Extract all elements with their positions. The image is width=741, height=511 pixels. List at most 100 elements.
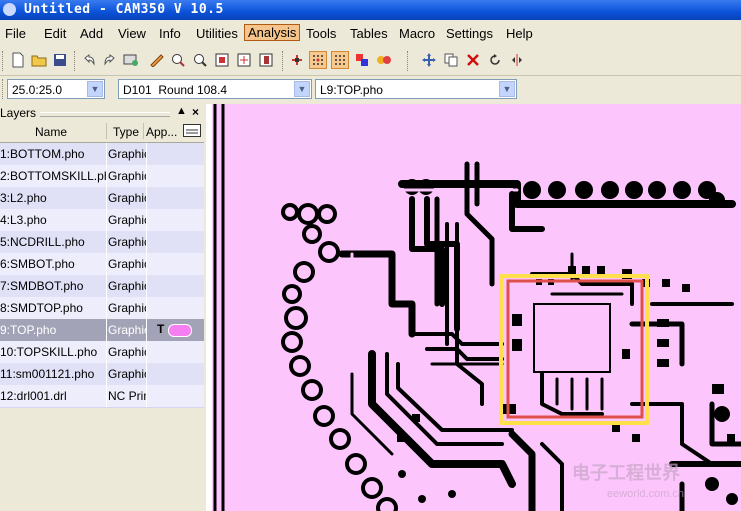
zoom-page-icon[interactable]	[235, 51, 253, 69]
chevron-down-icon[interactable]: ▼	[294, 81, 310, 97]
layer-row[interactable]: 3:L2.pho Graphic	[0, 187, 204, 210]
open-folder-icon[interactable]	[30, 51, 48, 69]
layer-row[interactable]: 7:SMDBOT.pho Graphic	[0, 275, 204, 298]
menu-tables[interactable]: Tables	[350, 26, 388, 41]
layer-type: Graphic	[108, 147, 146, 161]
pin-icon[interactable]: ▲	[176, 105, 187, 117]
dcode-select-value: D101 Round 108.4	[123, 83, 228, 97]
toolbar-grip[interactable]	[2, 51, 6, 71]
panel-grip[interactable]	[40, 112, 170, 117]
layer-row[interactable]: 4:L3.pho Graphic	[0, 209, 204, 232]
row-divider	[106, 341, 107, 363]
menu-help[interactable]: Help	[506, 26, 533, 41]
color-icon[interactable]	[353, 51, 371, 69]
grid-select[interactable]: 25.0:25.0 ▼	[7, 79, 105, 99]
app-icon	[3, 3, 16, 16]
dcode-select[interactable]: D101 Round 108.4 ▼	[118, 79, 312, 99]
layers-panel-title: Layers	[0, 106, 37, 120]
move-icon[interactable]	[420, 51, 438, 69]
layers-panel: Layers ▲ × Name Type App... 1:BOTTOM.pho…	[0, 104, 206, 511]
layer-row[interactable]: 2:BOTTOMSKILL.pho Graphic	[0, 165, 204, 188]
undo-icon[interactable]	[80, 51, 98, 69]
grid-dots-icon[interactable]	[331, 51, 349, 69]
watermark-sub: eeworld.com.cn	[607, 488, 685, 500]
chevron-down-icon[interactable]: ▼	[499, 81, 515, 97]
layer-row[interactable]: 1:BOTTOM.pho Graphic	[0, 143, 204, 166]
toolbar-grip[interactable]	[2, 79, 6, 99]
layer-select-value: L9:TOP.pho	[320, 83, 383, 97]
layer-name: 12:drl001.drl	[0, 389, 67, 403]
close-icon[interactable]: ×	[192, 105, 199, 119]
redo-icon[interactable]	[101, 51, 119, 69]
combo-bar: 25.0:25.0 ▼ D101 Round 108.4 ▼ L9:TOP.ph…	[0, 76, 741, 102]
zoom-out-icon[interactable]	[191, 51, 209, 69]
column-divider[interactable]	[106, 123, 107, 139]
row-divider	[146, 341, 147, 363]
layer-name: 6:SMBOT.pho	[0, 257, 75, 271]
grid-select-value: 25.0:25.0	[12, 83, 63, 97]
pcb-artwork	[212, 104, 741, 511]
measure-icon[interactable]	[122, 51, 140, 69]
zoom-fit-icon[interactable]	[213, 51, 231, 69]
column-options-icon[interactable]	[183, 124, 201, 140]
layer-type: Graphic	[108, 367, 146, 381]
layer-row[interactable]: 10:TOPSKILL.pho Graphic	[0, 341, 204, 364]
new-file-icon[interactable]	[9, 51, 27, 69]
menu-file[interactable]: File	[5, 26, 26, 41]
layer-row[interactable]: 9:TOP.pho Graphic T	[0, 319, 204, 342]
menu-settings[interactable]: Settings	[446, 26, 493, 41]
column-app[interactable]: App...	[146, 125, 177, 139]
row-divider	[106, 165, 107, 187]
column-name[interactable]: Name	[35, 125, 67, 139]
row-divider	[106, 143, 107, 165]
rotate-icon[interactable]	[486, 51, 504, 69]
menu-tools[interactable]: Tools	[306, 26, 336, 41]
menu-edit[interactable]: Edit	[44, 26, 66, 41]
row-divider	[106, 297, 107, 319]
row-divider	[146, 297, 147, 319]
menu-view[interactable]: View	[118, 26, 146, 41]
copy-icon[interactable]	[442, 51, 460, 69]
delete-icon[interactable]	[464, 51, 482, 69]
layers-column-header: Name Type App...	[0, 122, 204, 143]
menu-macro[interactable]: Macro	[399, 26, 435, 41]
layer-row[interactable]: 6:SMBOT.pho Graphic	[0, 253, 204, 276]
layer-row[interactable]: 5:NCDRILL.pho Graphic	[0, 231, 204, 254]
layer-row[interactable]: 12:drl001.drl NC Prim	[0, 385, 204, 408]
layer-name: 7:SMDBOT.pho	[0, 279, 84, 293]
row-divider	[146, 165, 147, 187]
layer-select[interactable]: L9:TOP.pho ▼	[315, 79, 517, 99]
row-divider	[106, 253, 107, 275]
row-divider	[106, 209, 107, 231]
menu-utilities[interactable]: Utilities	[196, 26, 238, 41]
grid-icon[interactable]	[309, 51, 327, 69]
save-icon[interactable]	[51, 51, 69, 69]
menu-analysis[interactable]: Analysis	[244, 24, 301, 41]
mirror-icon[interactable]	[508, 51, 526, 69]
menu-add[interactable]: Add	[80, 26, 103, 41]
column-divider[interactable]	[143, 123, 144, 139]
column-type[interactable]: Type	[113, 125, 139, 139]
layer-name: 5:NCDRILL.pho	[0, 235, 85, 249]
edit-icon[interactable]	[148, 51, 166, 69]
chevron-down-icon[interactable]: ▼	[87, 81, 103, 97]
zoom-window-icon[interactable]	[257, 51, 275, 69]
menu-info[interactable]: Info	[159, 26, 181, 41]
layer-row[interactable]: 8:SMDTOP.pho Graphic	[0, 297, 204, 320]
pcb-canvas[interactable]: 电子工程世界 eeworld.com.cn	[212, 104, 741, 511]
snap-icon[interactable]	[288, 51, 306, 69]
zoom-in-icon[interactable]	[169, 51, 187, 69]
layer-type: Graphic	[108, 301, 146, 315]
watermark: 电子工程世界	[572, 463, 680, 484]
layers-swap-icon[interactable]	[375, 51, 393, 69]
window-title: Untitled - CAM350 V 10.5	[24, 2, 224, 17]
layer-name: 9:TOP.pho	[0, 323, 57, 337]
main-toolbar	[0, 47, 741, 76]
toolbar-separator	[74, 51, 78, 71]
title-bar: Untitled - CAM350 V 10.5	[0, 0, 741, 20]
active-layer-icon[interactable]	[168, 324, 192, 337]
row-divider	[146, 319, 147, 341]
layer-row[interactable]: 11:sm001121.pho Graphic	[0, 363, 204, 386]
row-divider	[146, 275, 147, 297]
toolbar-separator	[407, 51, 411, 71]
